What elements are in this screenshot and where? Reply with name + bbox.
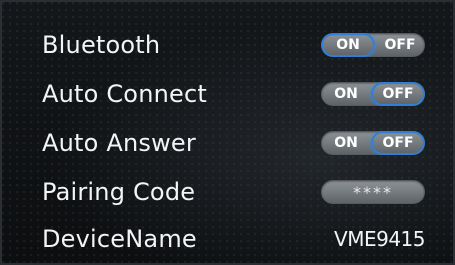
auto-connect-off-option[interactable]: OFF — [371, 82, 425, 106]
auto-connect-toggle[interactable]: ON OFF — [321, 82, 425, 106]
bluetooth-toggle[interactable]: ON OFF — [321, 33, 425, 57]
pairing-code-field[interactable]: **** — [321, 180, 425, 204]
auto-connect-row: Auto Connect ON OFF — [2, 69, 453, 119]
bluetooth-row: Bluetooth ON OFF — [2, 20, 453, 70]
auto-answer-label: Auto Answer — [42, 129, 196, 157]
auto-answer-off-option[interactable]: OFF — [371, 131, 425, 155]
pairing-code-row: Pairing Code **** — [2, 167, 453, 217]
device-name-row: DeviceName VME9415 — [2, 214, 453, 264]
pairing-code-label: Pairing Code — [42, 178, 196, 206]
auto-answer-on-option[interactable]: ON — [321, 131, 371, 155]
auto-answer-toggle[interactable]: ON OFF — [321, 131, 425, 155]
bluetooth-on-option[interactable]: ON — [321, 33, 375, 57]
device-name-value: VME9415 — [334, 227, 425, 251]
bluetooth-label: Bluetooth — [42, 31, 161, 59]
bluetooth-settings-screen: Bluetooth ON OFF Auto Connect ON OFF Aut… — [0, 0, 455, 265]
auto-connect-label: Auto Connect — [42, 80, 207, 108]
auto-answer-row: Auto Answer ON OFF — [2, 118, 453, 168]
bluetooth-off-option[interactable]: OFF — [375, 33, 425, 57]
auto-connect-on-option[interactable]: ON — [321, 82, 371, 106]
device-name-label: DeviceName — [42, 225, 197, 253]
